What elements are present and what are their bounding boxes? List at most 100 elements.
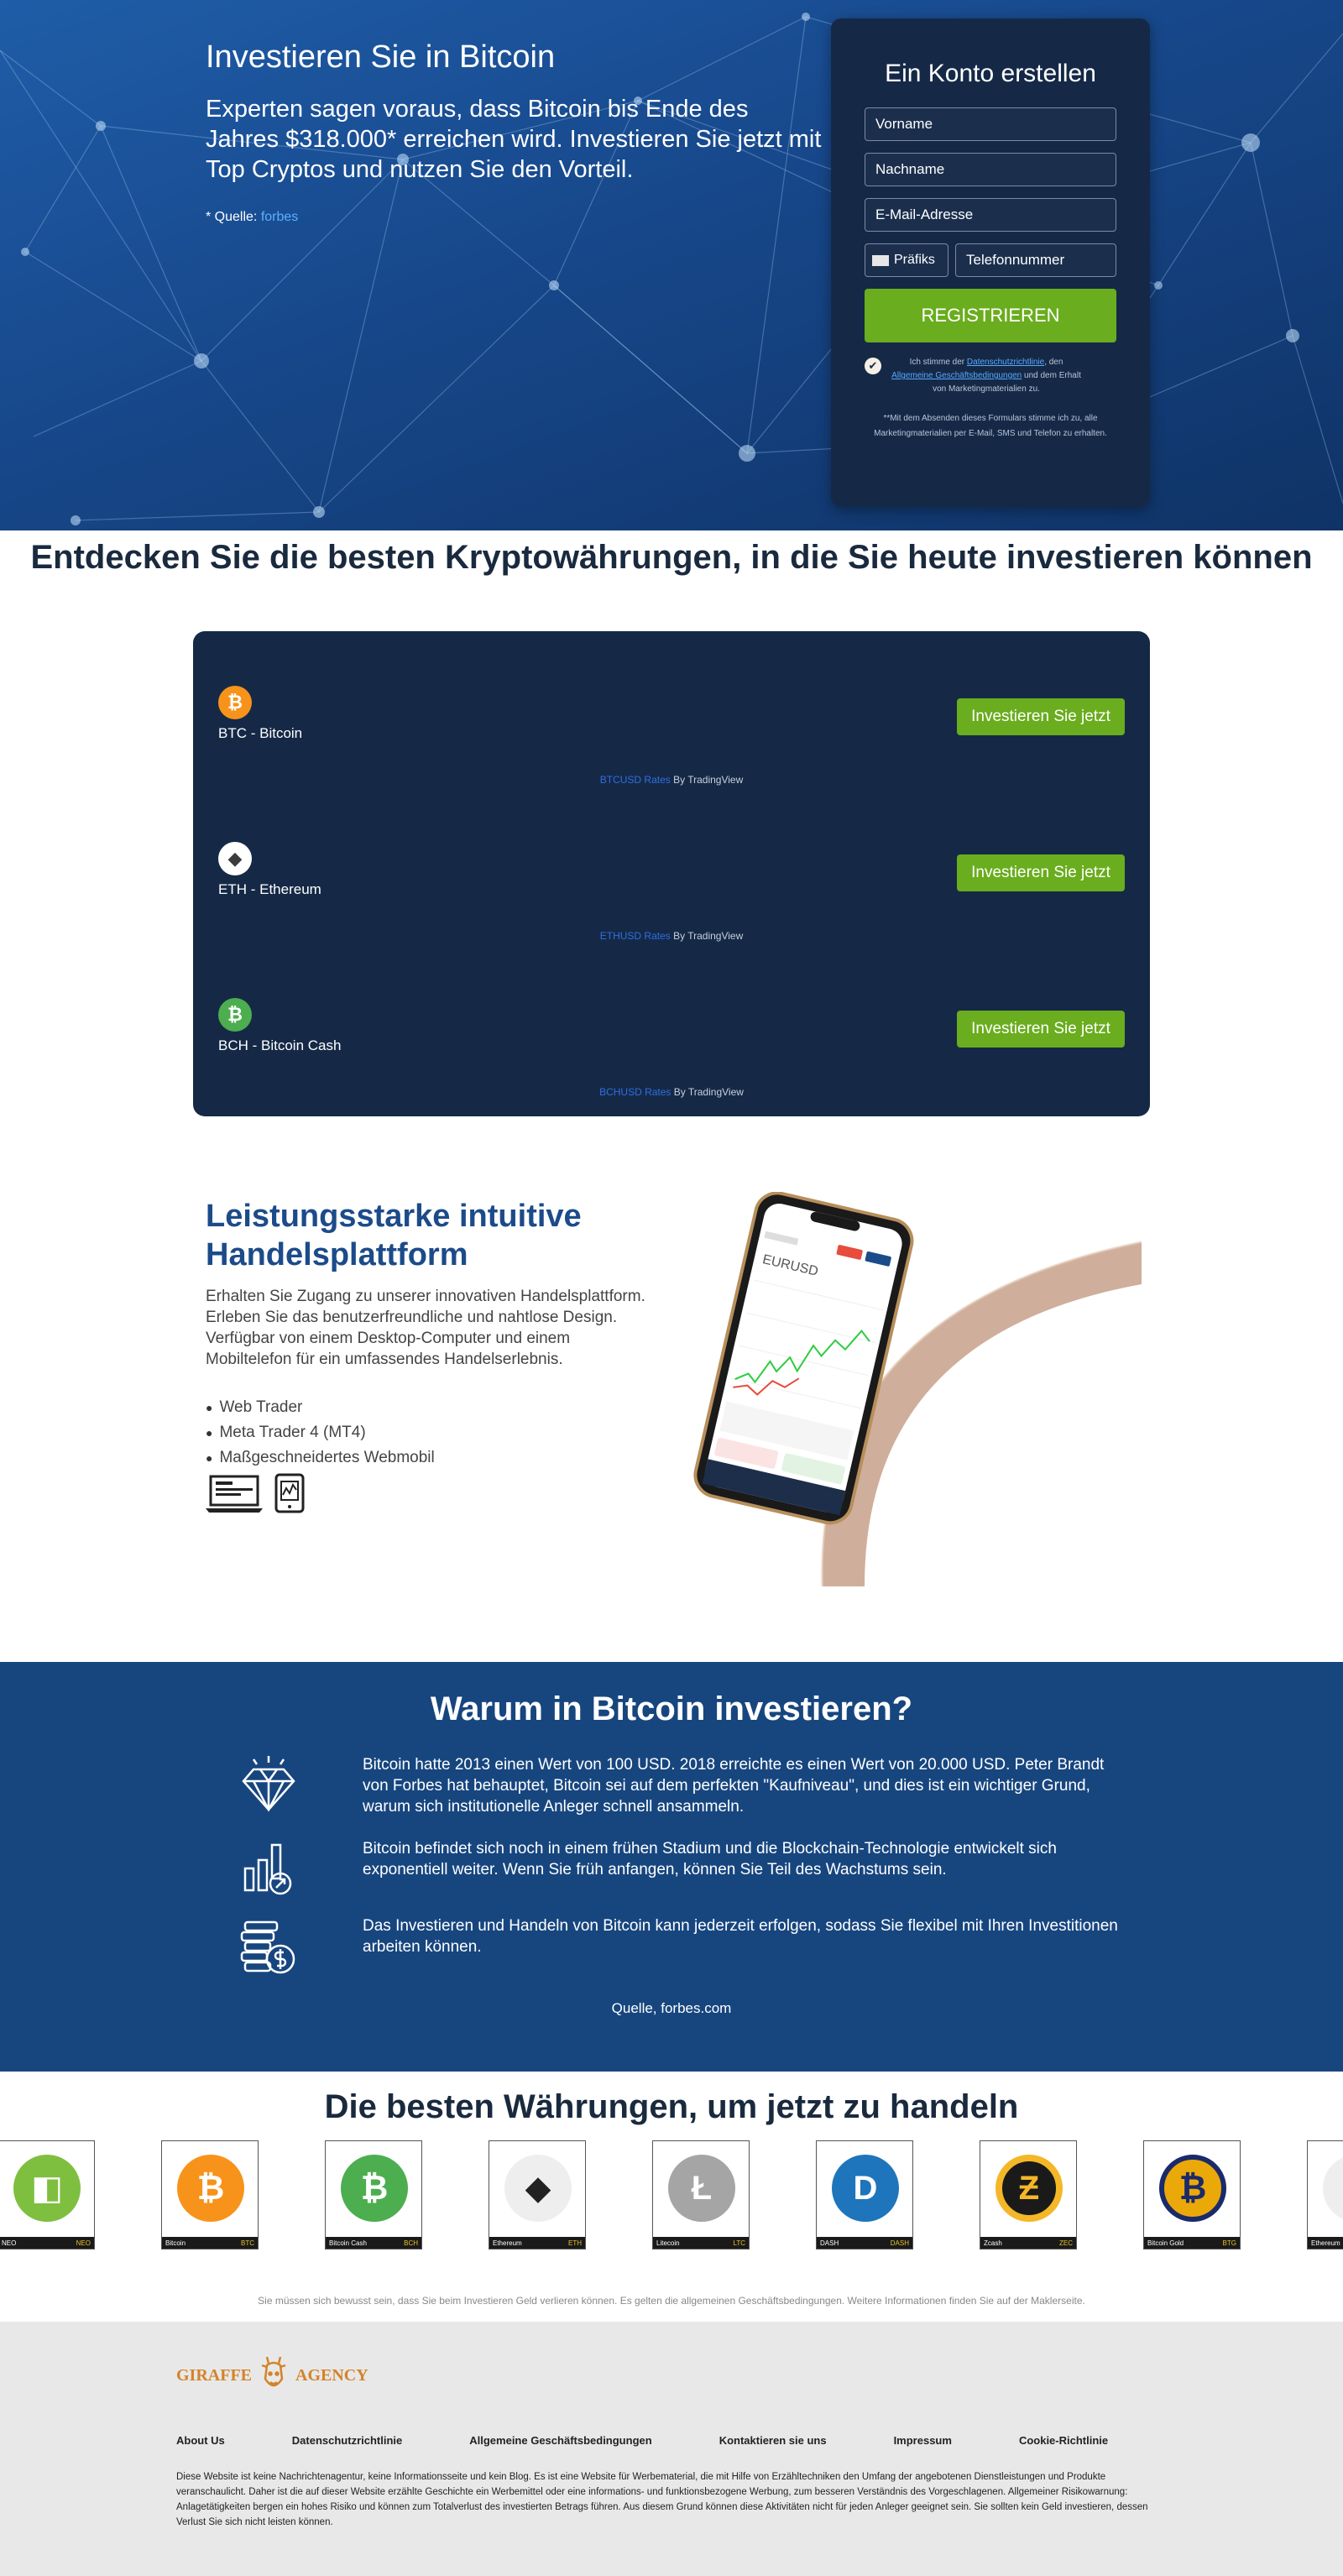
platform-description: Erhalten Sie Zugang zu unserer innovativ… xyxy=(206,1288,645,1368)
footer-link-contact[interactable]: Kontaktieren sie uns xyxy=(719,2434,827,2447)
why-text: Bitcoin befindet sich noch in einem früh… xyxy=(363,1840,1057,1878)
privacy-link[interactable]: Datenschutzrichtlinie xyxy=(967,358,1044,367)
coin-logo-icon: D xyxy=(832,2155,899,2222)
why-section: Warum in Bitcoin investieren? Bitcoin ha… xyxy=(0,1662,1343,2072)
discover-title: Entdecken Sie die besten Kryptowährungen… xyxy=(30,539,1313,576)
forbes-link[interactable]: forbes xyxy=(261,210,298,224)
platform-list: Web Trader Meta Trader 4 (MT4) Maßgeschn… xyxy=(206,1395,541,1471)
card-ticker: DASH xyxy=(890,2239,909,2247)
footer-link-cookies[interactable]: Cookie-Richtlinie xyxy=(1019,2434,1108,2447)
logo-text-left: GIRAFFE xyxy=(176,2365,252,2385)
by-tradingview: By TradingView xyxy=(670,774,744,786)
currency-card[interactable]: D DASH DASH xyxy=(816,2140,913,2249)
coin-logo-icon: Ł xyxy=(668,2155,735,2222)
flag-icon xyxy=(872,254,889,266)
currency-card[interactable]: Ƶ Zcash ZEC xyxy=(980,2140,1077,2249)
last-name-input[interactable]: Nachname xyxy=(865,153,1116,186)
coin-name: BCH - Bitcoin Cash xyxy=(218,1037,342,1053)
prefix-label: Präfiks xyxy=(894,253,935,267)
card-name: Ethereum xyxy=(1311,2239,1340,2247)
card-caption: NEO NEO xyxy=(0,2237,94,2249)
why-title: Warum in Bitcoin investieren? xyxy=(430,1690,913,1727)
phone-input[interactable]: Telefonnummer xyxy=(955,243,1116,277)
crypto-panel: ₿ BTC - Bitcoin Investieren Sie jetzt BT… xyxy=(193,631,1150,1116)
why-item: Bitcoin hatte 2013 einen Wert von 100 US… xyxy=(235,1751,1116,1818)
currency-card[interactable]: ₿ Bitcoin Gold BTG xyxy=(1143,2140,1241,2249)
coin-logo-icon: ₿ xyxy=(1159,2155,1226,2222)
rates-link[interactable]: ETHUSD Rates xyxy=(600,930,671,942)
giraffe-icon xyxy=(261,2356,286,2387)
consent-part-1: Ich stimme der xyxy=(909,358,967,367)
card-name: Litecoin xyxy=(656,2239,680,2247)
email-input[interactable]: E-Mail-Adresse xyxy=(865,198,1116,232)
hero-section: Investieren Sie in Bitcoin Experten sage… xyxy=(0,0,1343,530)
register-button[interactable]: REGISTRIEREN xyxy=(865,289,1116,342)
consent-text: Ich stimme der Datenschutzrichtlinie, de… xyxy=(890,356,1083,396)
list-item: Maßgeschneidertes Webmobil xyxy=(206,1445,541,1471)
crypto-row-bch: ₿ BCH - Bitcoin Cash Investieren Sie jet… xyxy=(193,943,1150,1100)
card-caption: Ethereum ETH xyxy=(489,2237,585,2249)
card-name: Bitcoin xyxy=(165,2239,186,2247)
card-ticker: NEO xyxy=(76,2239,91,2247)
currency-card[interactable]: ₿ Bitcoin BTC xyxy=(161,2140,259,2249)
invest-button-bch[interactable]: Investieren Sie jetzt xyxy=(957,1011,1125,1048)
currency-card[interactable]: ◆ Ethereum xyxy=(1307,2140,1343,2249)
footer-link-about[interactable]: About Us xyxy=(176,2434,225,2447)
card-ticker: BTG xyxy=(1222,2239,1236,2247)
hero-title: Investieren Sie in Bitcoin xyxy=(206,39,556,75)
footer-link-terms[interactable]: Allgemeine Geschäftsbedingungen xyxy=(469,2434,651,2447)
tradingview-credit: BCHUSD Rates By TradingView xyxy=(193,1086,1150,1098)
bitcoin-cash-icon: ₿ xyxy=(218,998,252,1032)
card-ticker: LTC xyxy=(733,2239,745,2247)
laptop-icon xyxy=(206,1475,263,1513)
mobile-icon xyxy=(274,1473,305,1513)
device-icons xyxy=(206,1473,306,1513)
card-name: Zcash xyxy=(984,2239,1002,2247)
crypto-row-eth: ◆ ETH - Ethereum Investieren Sie jetzt E… xyxy=(193,787,1150,943)
card-caption: DASH DASH xyxy=(817,2237,912,2249)
currency-card[interactable]: ◧ NEO NEO xyxy=(0,2140,95,2249)
coin-logo-icon: ₿ xyxy=(177,2155,244,2222)
card-caption: Litecoin LTC xyxy=(653,2237,749,2249)
giraffe-agency-logo[interactable]: GIRAFFE AGENCY xyxy=(176,2354,368,2397)
rates-link[interactable]: BTCUSD Rates xyxy=(600,774,671,786)
card-name: NEO xyxy=(2,2239,17,2247)
coin-name: BTC - Bitcoin xyxy=(218,725,303,741)
diamond-icon xyxy=(242,1756,295,1812)
card-name: Bitcoin Cash xyxy=(329,2239,367,2247)
first-name-input[interactable]: Vorname xyxy=(865,107,1116,141)
phone-prefix-select[interactable]: Präfiks xyxy=(865,243,948,277)
crypto-row-btc: ₿ BTC - Bitcoin Investieren Sie jetzt BT… xyxy=(193,631,1150,787)
hero-source: * Quelle: forbes xyxy=(206,210,827,225)
tradingview-credit: ETHUSD Rates By TradingView xyxy=(193,930,1150,942)
rates-link[interactable]: BCHUSD Rates xyxy=(599,1086,671,1098)
growth-chart-icon xyxy=(243,1843,292,1895)
card-ticker: ETH xyxy=(568,2239,582,2247)
currency-card[interactable]: Ł Litecoin LTC xyxy=(652,2140,750,2249)
currency-card[interactable]: ◆ Ethereum ETH xyxy=(489,2140,586,2249)
by-tradingview: By TradingView xyxy=(671,1086,744,1098)
coin-logo-icon: ◆ xyxy=(1323,2155,1343,2222)
risk-warning: Sie müssen sich bewusst sein, dass Sie b… xyxy=(258,2295,1085,2307)
coin-logo-icon: Ƶ xyxy=(995,2155,1063,2222)
tradingview-credit: BTCUSD Rates By TradingView xyxy=(193,774,1150,786)
form-title: Ein Konto erstellen xyxy=(885,60,1096,87)
card-caption: Bitcoin Gold BTG xyxy=(1144,2237,1240,2249)
why-source: Quelle, forbes.com xyxy=(611,2000,732,2016)
card-ticker: BTC xyxy=(241,2239,254,2247)
terms-link[interactable]: Allgemeine Geschäftsbedingungen xyxy=(891,371,1022,380)
card-ticker: ZEC xyxy=(1059,2239,1073,2247)
card-ticker: BCH xyxy=(404,2239,418,2247)
card-caption: Zcash ZEC xyxy=(980,2237,1076,2249)
currency-carousel[interactable]: ◧ NEO NEO ₿ Bitcoin BTC ₿ Bitcoin Cash BCH ◆ Ether… xyxy=(0,2140,1343,2249)
footer-link-privacy[interactable]: Datenschutzrichtlinie xyxy=(292,2434,402,2447)
invest-button-btc[interactable]: Investieren Sie jetzt xyxy=(957,698,1125,735)
source-prefix: * Quelle: xyxy=(206,210,261,224)
consent-part-2: , den xyxy=(1044,358,1063,367)
currency-card[interactable]: ₿ Bitcoin Cash BCH xyxy=(325,2140,422,2249)
invest-button-eth[interactable]: Investieren Sie jetzt xyxy=(957,854,1125,891)
consent-checkbox[interactable]: ✔ xyxy=(865,358,881,374)
card-name: Bitcoin Gold xyxy=(1147,2239,1184,2247)
register-form: Ein Konto erstellen Vorname Nachname E-M… xyxy=(831,18,1150,507)
footer-link-imprint[interactable]: Impressum xyxy=(894,2434,952,2447)
